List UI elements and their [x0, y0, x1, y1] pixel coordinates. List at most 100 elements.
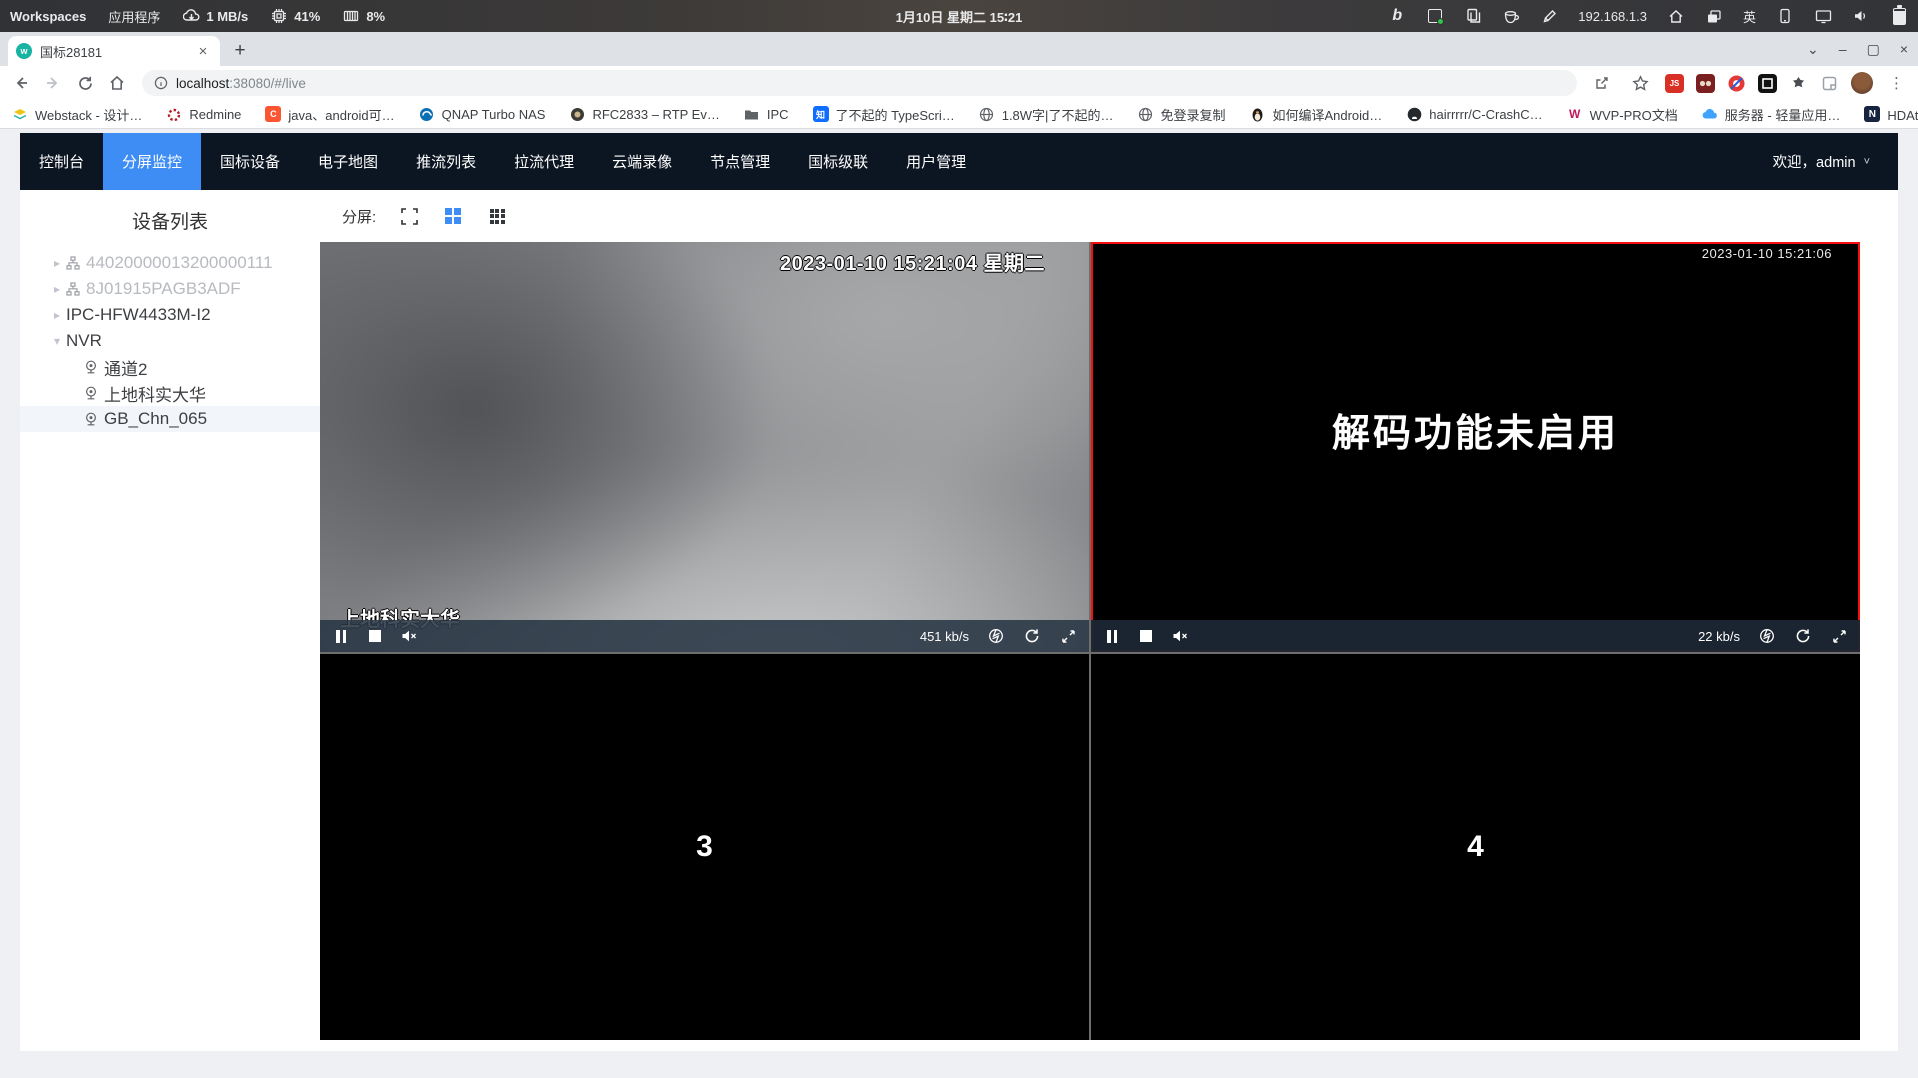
windows-stack-icon[interactable] [1705, 7, 1723, 25]
tree-item-ipc[interactable]: ▸ IPC-HFW4433M-I2 [20, 302, 320, 328]
display-icon[interactable] [1814, 7, 1832, 25]
battery-icon[interactable] [1890, 4, 1908, 25]
mute-icon[interactable] [1171, 627, 1189, 645]
camera-icon [84, 360, 104, 374]
browser-menu-icon[interactable]: ⋮ [1885, 74, 1908, 92]
tree-item-gb-chn-065[interactable]: GB_Chn_065 [20, 406, 320, 432]
bookmark-article[interactable]: 1.8W字|了不起的… [979, 105, 1113, 124]
tree-item-channel2[interactable]: 通道2 [20, 354, 320, 380]
bookmark-qnap[interactable]: QNAP Turbo NAS [419, 106, 545, 122]
refresh-icon[interactable] [1794, 627, 1812, 645]
single-screen-icon[interactable] [398, 205, 420, 227]
bookmark-rfc2833[interactable]: RFC2833 – RTP Ev… [569, 106, 720, 122]
fullscreen-icon[interactable] [1059, 627, 1077, 645]
settings-icon[interactable] [1758, 627, 1776, 645]
tree-item-device-1[interactable]: ▸ 44020000013200000111 [20, 250, 320, 276]
forward-button[interactable] [40, 70, 66, 96]
window-close-button[interactable]: × [1900, 41, 1908, 57]
reload-button[interactable] [72, 70, 98, 96]
user-menu[interactable]: 欢迎，admin ˅ [1773, 151, 1898, 172]
bookmark-redmine[interactable]: Redmine [166, 106, 241, 122]
coffee-cup-icon[interactable] [1502, 7, 1520, 25]
pen-tool-icon[interactable] [1540, 7, 1558, 25]
pause-button[interactable] [332, 627, 350, 645]
app-window-tray-icon[interactable] [1426, 7, 1445, 25]
share-icon[interactable] [1589, 70, 1615, 96]
profile-avatar[interactable] [1851, 72, 1873, 94]
bitrate-label: 451 kb/s [919, 628, 969, 644]
mute-icon[interactable] [400, 627, 418, 645]
osd-timestamp: 2023-01-10 15:21:06 [1701, 246, 1832, 261]
ip-address[interactable]: 192.168.1.3 [1578, 9, 1647, 24]
browser-tab[interactable]: w 国标28181 × [8, 36, 220, 66]
nav-item-node-manage[interactable]: 节点管理 [691, 133, 789, 190]
back-button[interactable] [8, 70, 34, 96]
caret-down-icon[interactable]: ▾ [48, 334, 66, 348]
clipboard-icon[interactable] [1464, 7, 1482, 25]
tree-item-nvr[interactable]: ▾ NVR [20, 328, 320, 354]
grid-2x2-icon[interactable] [442, 205, 464, 227]
sitemap-icon [66, 256, 86, 270]
bookmark-star-icon[interactable] [1627, 70, 1653, 96]
browser-toolbar: localhost:38080/#/live JS ⋮ [0, 66, 1918, 100]
bookmark-copy-tool[interactable]: 免登录复制 [1137, 105, 1225, 124]
bookmark-hdatmos[interactable]: N HDAtmos :: 种子 *… [1864, 105, 1918, 124]
bookmark-ipc-folder[interactable]: IPC [744, 106, 789, 122]
bookmark-github-crash[interactable]: hairrrrr/C-CrashC… [1406, 106, 1543, 122]
video-cell-2[interactable]: 解码功能未启用 2023-01-10 15:21:06 22 kb/s [1091, 242, 1860, 652]
bookmark-cloud-server[interactable]: 服务器 - 轻量应用… [1702, 105, 1840, 124]
pause-button[interactable] [1103, 627, 1121, 645]
caret-right-icon[interactable]: ▸ [48, 282, 66, 296]
home-button[interactable] [104, 70, 130, 96]
applications-menu[interactable]: 应用程序 [108, 7, 160, 26]
phone-link-icon[interactable] [1776, 7, 1794, 25]
nav-item-push-list[interactable]: 推流列表 [397, 133, 495, 190]
nav-item-cloud-record[interactable]: 云端录像 [593, 133, 691, 190]
video-cell-4[interactable]: 4 [1091, 654, 1860, 1040]
tab-search-chevron-icon[interactable]: ⌄ [1807, 41, 1819, 58]
nav-item-pull-proxy[interactable]: 拉流代理 [495, 133, 593, 190]
bookmark-wvp-docs[interactable]: W WVP-PRO文档 [1567, 105, 1678, 124]
window-minimize-button[interactable]: – [1839, 41, 1847, 57]
nav-item-gb-cascade[interactable]: 国标级联 [789, 133, 887, 190]
ext-notes-icon[interactable] [1820, 74, 1839, 93]
ext-mask-icon[interactable] [1696, 73, 1715, 93]
stop-button[interactable] [1137, 627, 1155, 645]
speaker-icon[interactable] [1852, 7, 1870, 25]
bookmark-android-build[interactable]: 如何编译Android… [1249, 105, 1382, 124]
ext-js-downloader-icon[interactable]: JS [1665, 73, 1684, 93]
tree-item-shangdi-dahua[interactable]: 上地科实大华 [20, 380, 320, 406]
bing-tray-icon[interactable]: b [1388, 7, 1406, 25]
address-bar[interactable]: localhost:38080/#/live [142, 70, 1577, 96]
tab-close-icon[interactable]: × [194, 42, 212, 60]
nav-item-console[interactable]: 控制台 [20, 133, 103, 190]
workspaces-button[interactable]: Workspaces [10, 9, 86, 24]
tree-item-device-2[interactable]: ▸ 8J01915PAGB3ADF [20, 276, 320, 302]
ext-frame-icon[interactable] [1758, 73, 1777, 93]
sidebar-title: 设备列表 [131, 212, 208, 233]
new-tab-button[interactable]: + [226, 37, 254, 65]
input-method-indicator[interactable]: 英 [1743, 7, 1756, 26]
settings-icon[interactable] [987, 627, 1005, 645]
ext-claw-icon[interactable] [1789, 74, 1808, 93]
caret-right-icon[interactable]: ▸ [48, 256, 66, 270]
bookmark-csdn[interactable]: C java、android可… [265, 105, 395, 124]
bookmark-zhihu-typescript[interactable]: 知 了不起的 TypeScri… [812, 105, 955, 124]
grid-3x3-icon[interactable] [486, 205, 508, 227]
home-tray-icon[interactable] [1667, 7, 1685, 25]
nav-item-user-manage[interactable]: 用户管理 [887, 133, 985, 190]
clock-date[interactable]: 1月10日 星期二 15∶21 [896, 7, 1023, 26]
site-info-icon[interactable] [154, 76, 168, 90]
nav-item-split-monitor[interactable]: 分屏监控 [103, 133, 202, 190]
stop-button[interactable] [366, 627, 384, 645]
refresh-icon[interactable] [1023, 627, 1041, 645]
nav-item-gb-devices[interactable]: 国标设备 [201, 133, 299, 190]
video-cell-3[interactable]: 3 [320, 654, 1089, 1040]
nav-item-map[interactable]: 电子地图 [299, 133, 397, 190]
caret-right-icon[interactable]: ▸ [48, 308, 66, 322]
video-cell-1[interactable]: 2023-01-10 15:21:04 星期二 上地科实大华 451 kb/s [320, 242, 1089, 652]
fullscreen-icon[interactable] [1830, 627, 1848, 645]
bookmark-webstack[interactable]: Webstack - 设计… [12, 105, 142, 124]
window-restore-button[interactable]: ▢ [1867, 41, 1880, 58]
ext-blocker-icon[interactable] [1727, 74, 1746, 93]
